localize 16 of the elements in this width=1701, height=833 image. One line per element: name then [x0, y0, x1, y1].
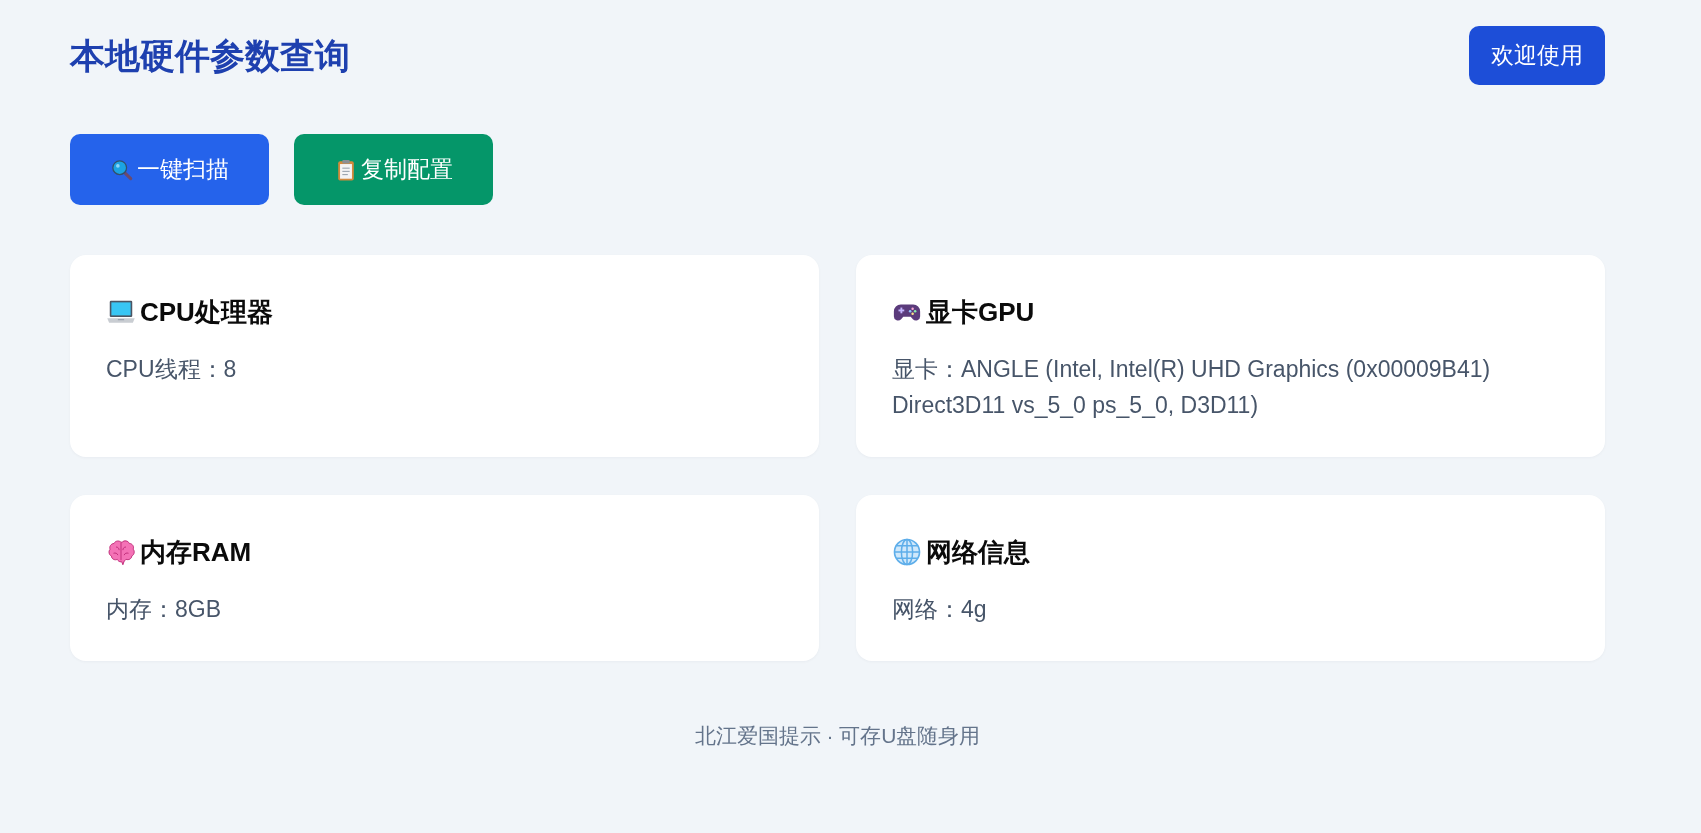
- card-detail: 内存：8GB: [106, 595, 223, 624]
- card-title: 显卡GPU: [926, 295, 1035, 329]
- copy-button[interactable]: 复制配置: [294, 134, 493, 205]
- card-title: 网络信息: [926, 535, 1030, 569]
- card-title: CPU处理器: [140, 295, 273, 329]
- card-title: 内存RAM: [140, 535, 252, 569]
- card-detail: CPU线程：8: [106, 355, 238, 384]
- globe-icon: [892, 537, 922, 567]
- brain-icon: [106, 537, 136, 567]
- card-detail: 网络：4g: [892, 595, 988, 624]
- footer-note: 北江爱国提示 · 可存U盘随身用: [693, 723, 982, 749]
- page-title: 本地硬件参数查询: [70, 34, 350, 77]
- card-detail: 显卡：ANGLE (Intel, Intel(R) UHD Graphics (0x00009B41) Direct3D11 vs_5_0 ps_5_0, D3D11): [892, 355, 1492, 420]
- scan-button[interactable]: 一键扫描: [70, 134, 269, 205]
- welcome-button[interactable]: 欢迎使用: [1469, 26, 1605, 85]
- search-icon: [110, 158, 133, 181]
